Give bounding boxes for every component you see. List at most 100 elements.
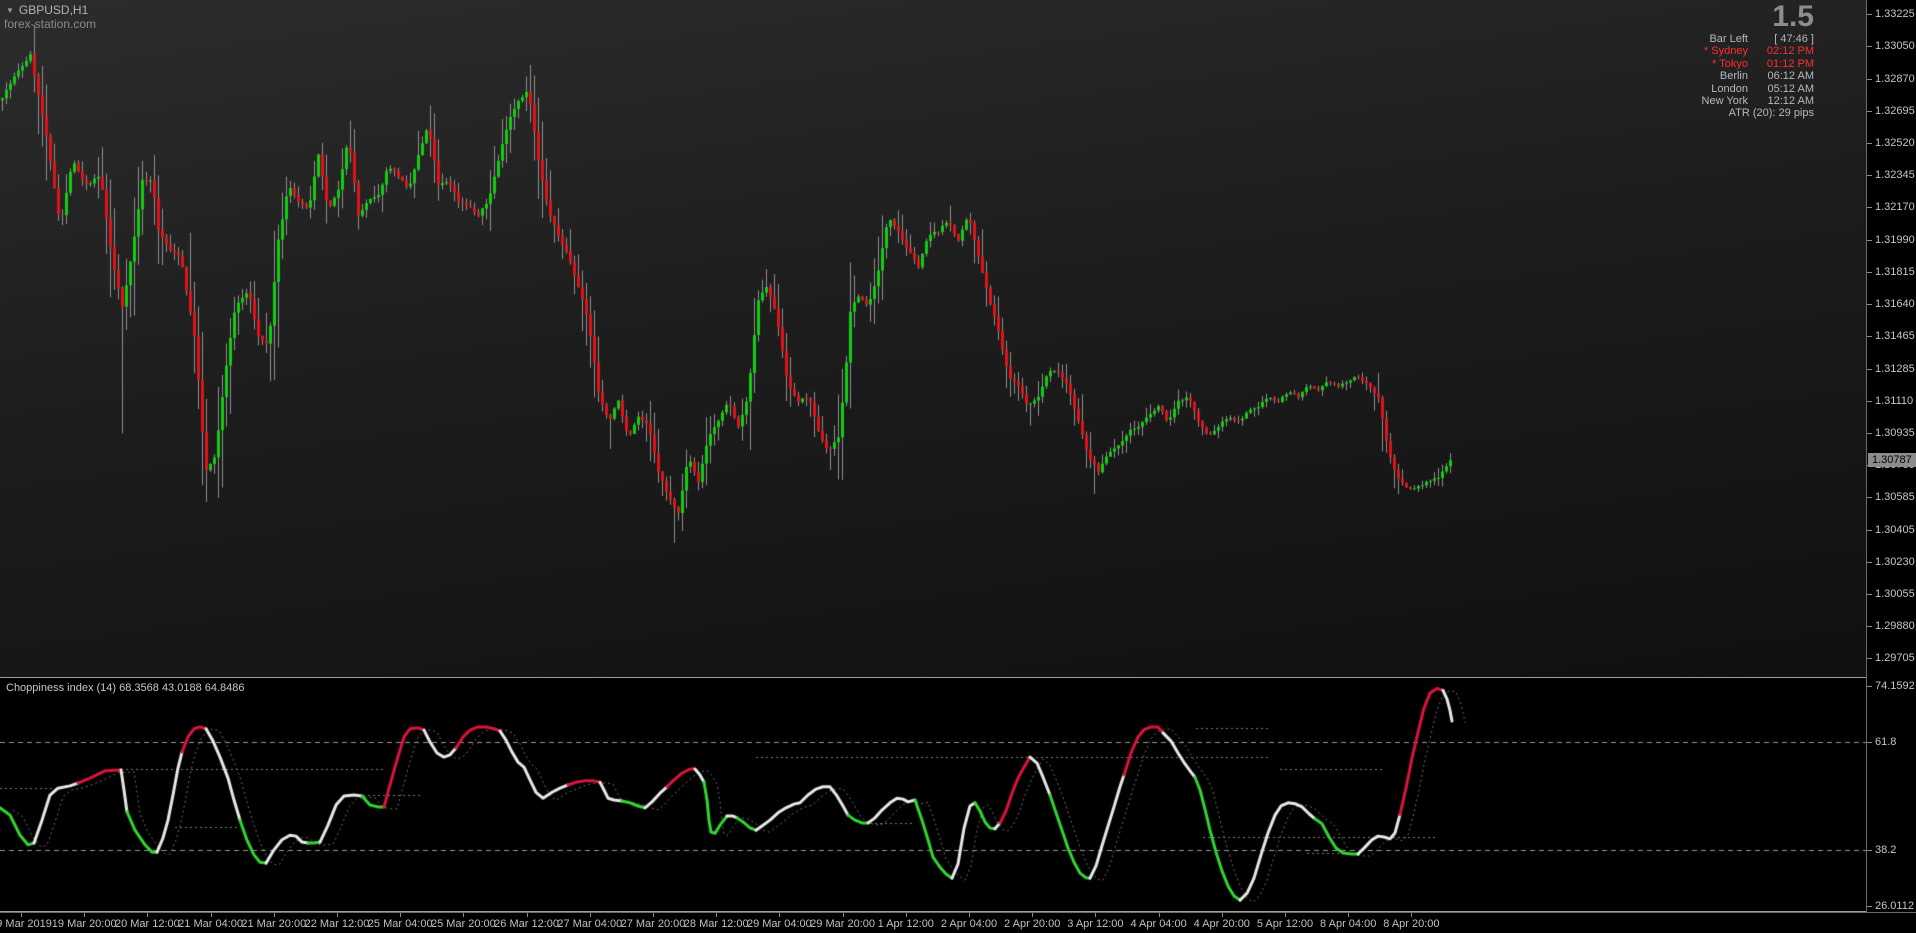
market-info-panel: 1.5 Bar Left [ 47:46 ] * Sydney 02:12 PM * T…	[1584, 2, 1814, 120]
price-tick-label: 1.30585	[1875, 491, 1915, 504]
time-tick	[274, 913, 275, 917]
price-tick	[1867, 433, 1872, 434]
price-tick	[1867, 79, 1872, 80]
price-tick	[1867, 658, 1872, 659]
indicator-title: Choppiness index (14) 68.3568 43.0188 64…	[6, 682, 245, 694]
price-tick-label: 1.33050	[1875, 39, 1915, 52]
price-tick-label: 1.33225	[1875, 7, 1915, 20]
price-tick-label: 1.29880	[1875, 620, 1915, 633]
price-tick-label: 38.2	[1875, 844, 1897, 857]
info-row-value: 06:12 AM	[1767, 70, 1814, 83]
time-tick-label: 5 Apr 12:00	[1256, 918, 1314, 930]
time-tick-label: 4 Apr 20:00	[1193, 918, 1250, 930]
time-tick-label: 27 Mar 04:00	[557, 918, 623, 930]
info-row: London 05:12 AM	[1584, 83, 1814, 95]
price-tick-label: 1.32170	[1875, 200, 1915, 213]
time-tick-label: 25 Mar 04:00	[367, 918, 433, 930]
time-tick	[906, 913, 907, 917]
price-tick	[1867, 686, 1872, 687]
time-tick	[337, 913, 338, 917]
time-tick-label: 8 Apr 20:00	[1383, 918, 1440, 930]
price-tick-label: 1.31815	[1875, 265, 1915, 278]
time-tick-label: 8 Apr 04:00	[1320, 918, 1377, 930]
info-row: * Sydney 02:12 PM	[1584, 45, 1814, 57]
price-tick	[1867, 594, 1872, 595]
spread-value: 1.5	[1772, 0, 1814, 33]
time-tick	[1285, 913, 1286, 917]
info-row-label: Bar Left	[1709, 33, 1748, 45]
time-tick	[1159, 913, 1160, 917]
info-row-value: [ 47:46 ]	[1774, 33, 1814, 45]
chart-window: ▼ GBPUSD,H1 forex-station.com 1.5 Bar Le…	[0, 0, 1916, 933]
time-tick-label: 21 Mar 20:00	[241, 918, 307, 930]
price-axis[interactable]: 1.33225 1.33050 1.32870 1.32695 1.32520 1.323…	[1866, 0, 1916, 912]
price-tick	[1867, 401, 1872, 402]
info-row: Bar Left [ 47:46 ]	[1584, 33, 1814, 45]
time-tick	[590, 913, 591, 917]
price-tick-label: 1.31640	[1875, 298, 1915, 311]
price-chart-pane[interactable]: ▼ GBPUSD,H1 forex-station.com 1.5 Bar Le…	[0, 0, 1866, 677]
symbol-title: GBPUSD,H1	[18, 3, 89, 17]
price-tick	[1867, 336, 1872, 337]
price-tick	[1867, 207, 1872, 208]
price-tick-label: 1.30230	[1875, 556, 1915, 569]
price-tick	[1867, 14, 1872, 15]
time-tick	[716, 913, 717, 917]
info-row-label: New York	[1701, 95, 1748, 108]
time-tick	[1032, 913, 1033, 917]
price-tick	[1867, 626, 1872, 627]
time-tick-label: 1 Apr 12:00	[877, 918, 934, 930]
info-row-value: 01:12 PM	[1766, 57, 1814, 70]
choppiness-indicator-pane[interactable]	[0, 677, 1866, 912]
info-row-label: London	[1711, 82, 1748, 95]
symbol-dropdown[interactable]: ▼ GBPUSD,H1	[6, 3, 88, 17]
price-tick-label: 1.30055	[1875, 588, 1915, 601]
time-tick	[211, 913, 212, 917]
info-row: Berlin 06:12 AM	[1584, 70, 1814, 82]
price-tick-label: 1.30935	[1875, 427, 1915, 440]
info-row: New York 12:12 AM	[1584, 95, 1814, 107]
info-row-value: 12:12 AM	[1767, 95, 1814, 108]
time-tick	[463, 913, 464, 917]
time-tick	[527, 913, 528, 917]
time-tick-label: 22 Mar 12:00	[304, 918, 370, 930]
info-row-label: * Sydney	[1703, 45, 1748, 58]
time-tick-label: 29 Mar 20:00	[810, 918, 876, 930]
info-row: * Tokyo 01:12 PM	[1584, 58, 1814, 70]
price-tick	[1867, 369, 1872, 370]
price-tick	[1867, 304, 1872, 305]
price-tick	[1867, 562, 1872, 563]
price-tick-label: 1.31285	[1875, 363, 1915, 376]
time-tick-label: 27 Mar 20:00	[620, 918, 686, 930]
time-tick	[147, 913, 148, 917]
price-tick	[1867, 46, 1872, 47]
time-tick-label: 2 Apr 20:00	[1004, 918, 1061, 930]
price-tick-label: 1.29705	[1875, 652, 1915, 665]
time-tick-label: 29 Mar 04:00	[746, 918, 812, 930]
time-tick	[1222, 913, 1223, 917]
time-tick	[843, 913, 844, 917]
price-tick	[1867, 850, 1872, 851]
time-tick-label: 28 Mar 12:00	[683, 918, 749, 930]
price-tick-label: 74.1592	[1875, 680, 1915, 692]
time-axis[interactable]: 19 Mar 201919 Mar 20:0020 Mar 12:0021 Ma…	[0, 912, 1916, 933]
time-tick	[21, 913, 22, 917]
info-row-value: 05:12 AM	[1767, 82, 1814, 95]
price-tick	[1867, 906, 1872, 907]
time-tick	[1411, 913, 1412, 917]
time-tick	[1348, 913, 1349, 917]
price-tick	[1867, 143, 1872, 144]
price-tick-label: 1.32870	[1875, 72, 1915, 85]
time-tick	[969, 913, 970, 917]
time-tick-label: 25 Mar 20:00	[430, 918, 496, 930]
time-tick	[779, 913, 780, 917]
price-tick	[1867, 742, 1872, 743]
info-row-label: * Tokyo	[1712, 57, 1748, 70]
price-tick-label: 1.32345	[1875, 168, 1915, 181]
time-tick-label: 19 Mar 20:00	[51, 918, 117, 930]
price-tick	[1867, 175, 1872, 176]
price-tick	[1867, 111, 1872, 112]
current-price-box: 1.30787	[1868, 453, 1916, 467]
price-tick-label: 1.31465	[1875, 330, 1915, 343]
time-tick-label: 21 Mar 04:00	[178, 918, 244, 930]
